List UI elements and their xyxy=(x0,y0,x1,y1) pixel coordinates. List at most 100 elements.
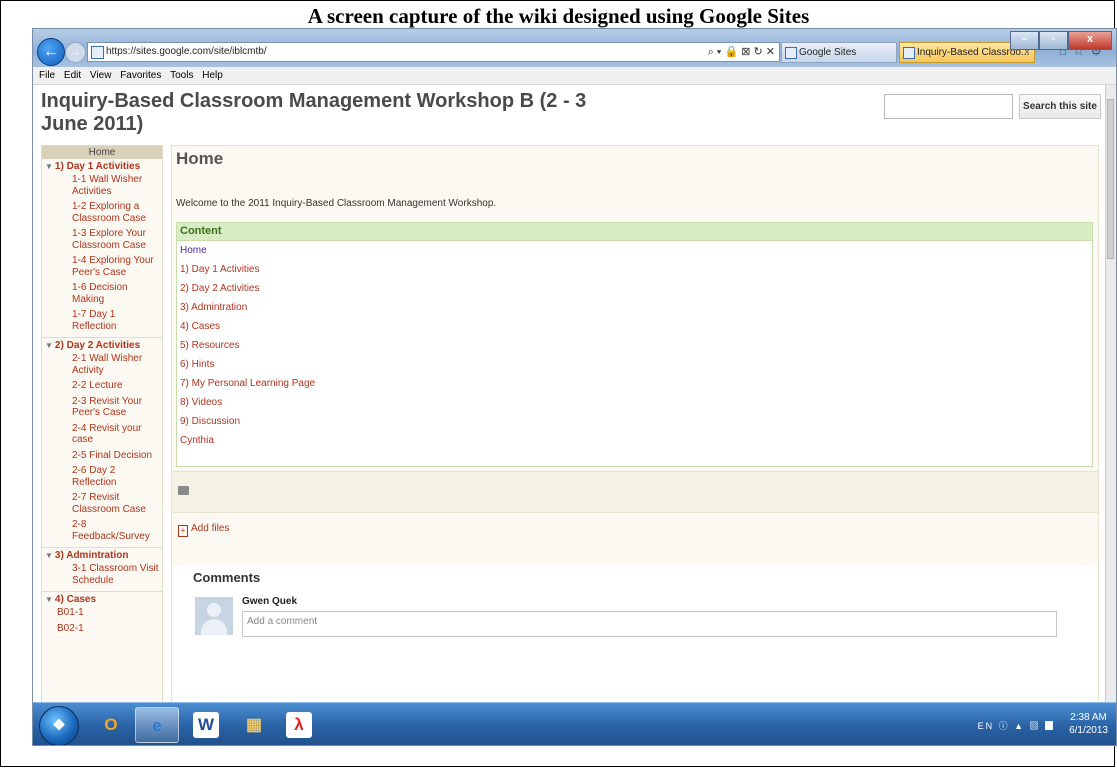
menu-edit[interactable]: Edit xyxy=(64,70,81,81)
menu-file[interactable]: File xyxy=(39,70,55,81)
sidebar-item[interactable]: B02-1 xyxy=(42,622,162,638)
system-clock[interactable]: 2:38 AM 6/1/2013 xyxy=(1069,711,1108,737)
add-files-label: Add files xyxy=(191,523,230,534)
toc-link[interactable]: 2) Day 2 Activities xyxy=(177,279,1092,298)
sidebar-item[interactable]: B01-1 xyxy=(42,606,162,622)
system-tray[interactable]: EN ⓘ ▲ ▧ ▉ xyxy=(978,719,1056,732)
comment-input[interactable]: Add a comment xyxy=(242,611,1057,637)
word-icon[interactable]: W xyxy=(193,712,219,738)
acrobat-icon[interactable]: λ xyxy=(286,712,312,738)
start-button[interactable]: ❖ xyxy=(39,706,79,745)
address-controls[interactable]: ⌕ ▾ 🔒 ⊠ ↻ ✕ xyxy=(708,45,775,59)
menu-help[interactable]: Help xyxy=(202,70,223,81)
sidebar-item[interactable]: 2-6 Day 2 Reflection xyxy=(42,464,162,491)
sidebar-item[interactable]: 1-1 Wall Wisher Activities xyxy=(42,173,162,200)
folder-icon[interactable] xyxy=(178,486,189,495)
add-files-link[interactable]: + Add files xyxy=(178,523,229,537)
comments-heading: Comments xyxy=(193,570,261,585)
toc-link[interactable]: Cynthia xyxy=(177,431,1092,450)
maximize-button[interactable]: ▫ xyxy=(1039,31,1068,50)
sidebar-item-home[interactable]: Home xyxy=(42,146,162,159)
sidebar-item[interactable]: 2-2 Lecture xyxy=(42,379,162,395)
search-button[interactable]: Search this site xyxy=(1019,94,1101,119)
avatar xyxy=(195,597,233,635)
sidebar-group-admintration[interactable]: ▼ 3) Admintration xyxy=(42,550,162,562)
sidebar-group-cases[interactable]: ▼ 4) Cases xyxy=(42,594,162,606)
toc-link[interactable]: 9) Discussion xyxy=(177,412,1092,431)
windows-taskbar: ❖ O e W ▦ λ EN ⓘ ▲ ▧ ▉ 2:38 AM 6/1/2013 xyxy=(33,702,1116,745)
sidebar-item[interactable]: 1-7 Day 1 Reflection xyxy=(42,308,162,335)
sidebar-item[interactable]: 2-5 Final Decision xyxy=(42,449,162,465)
toc-link[interactable]: 8) Videos xyxy=(177,393,1092,412)
search-input[interactable] xyxy=(884,94,1013,119)
toc-link[interactable]: Home xyxy=(177,241,1092,260)
screenshot: ← → https://sites.google.com/site/iblcmt… xyxy=(32,28,1117,746)
sidebar-item[interactable]: 1-2 Exploring a Classroom Case xyxy=(42,200,162,227)
outlook-icon[interactable]: O xyxy=(89,707,133,743)
clock-time: 2:38 AM xyxy=(1070,712,1107,723)
sidebar-group-label: 3) Admintration xyxy=(54,550,129,561)
tab-favicon-icon xyxy=(903,47,915,59)
web-page: Inquiry-Based Classroom Management Works… xyxy=(33,85,1108,702)
sidebar-item[interactable]: 1-4 Exploring Your Peer's Case xyxy=(42,254,162,281)
sidebar-item[interactable]: 1-6 Decision Making xyxy=(42,281,162,308)
back-button[interactable]: ← xyxy=(37,38,65,66)
toc-link[interactable]: 3) Admintration xyxy=(177,298,1092,317)
clock-date: 6/1/2013 xyxy=(1069,725,1108,736)
sidebar-group-label: 4) Cases xyxy=(54,594,97,605)
comments-section: Comments Gwen Quek Add a comment xyxy=(172,566,1098,702)
toc-link[interactable]: 7) My Personal Learning Page xyxy=(177,374,1092,393)
site-title[interactable]: Inquiry-Based Classroom Management Works… xyxy=(41,90,601,136)
commenter-name: Gwen Quek xyxy=(242,596,298,607)
menu-tools[interactable]: Tools xyxy=(170,70,193,81)
sidebar-item[interactable]: 3-1 Classroom Visit Schedule xyxy=(42,562,162,589)
table-of-contents: Content Home 1) Day 1 Activities 2) Day … xyxy=(176,222,1093,467)
tab-favicon-icon xyxy=(785,47,797,59)
language-indicator[interactable]: EN xyxy=(978,721,995,731)
tab-google-sites[interactable]: Google Sites xyxy=(781,42,897,63)
page-title: Home xyxy=(176,149,224,168)
sidebar-group-day1[interactable]: ▼ 1) Day 1 Activities xyxy=(42,161,162,173)
sidebar-group-label: 2) Day 2 Activities xyxy=(54,340,141,351)
scrollbar-thumb[interactable] xyxy=(1107,99,1114,259)
expand-triangle-icon[interactable]: ▼ xyxy=(45,595,53,604)
forward-button[interactable]: → xyxy=(65,42,86,63)
sidebar-group-label: 1) Day 1 Activities xyxy=(54,161,141,172)
internet-explorer-icon[interactable]: e xyxy=(135,707,179,743)
file-explorer-icon[interactable]: ▦ xyxy=(232,707,276,743)
main-content: Home Welcome to the 2011 Inquiry-Based C… xyxy=(171,145,1099,702)
menu-bar: File Edit View Favorites Tools Help xyxy=(33,67,1116,85)
menu-favorites[interactable]: Favorites xyxy=(120,70,161,81)
close-window-button[interactable]: x xyxy=(1068,31,1112,50)
page-scrollbar[interactable] xyxy=(1105,85,1116,702)
toc-link[interactable]: 5) Resources xyxy=(177,336,1092,355)
menu-view[interactable]: View xyxy=(90,70,112,81)
sidebar-divider xyxy=(42,547,162,548)
address-bar[interactable]: https://sites.google.com/site/iblcmtb/ ⌕… xyxy=(87,42,780,62)
address-url: https://sites.google.com/site/iblcmtb/ xyxy=(106,46,267,57)
sidebar-item[interactable]: 2-7 Revisit Classroom Case xyxy=(42,491,162,518)
sidebar-group-day2[interactable]: ▼ 2) Day 2 Activities xyxy=(42,340,162,352)
toc-link[interactable]: 1) Day 1 Activities xyxy=(177,260,1092,279)
figure-caption: A screen capture of the wiki designed us… xyxy=(307,4,810,28)
expand-triangle-icon[interactable]: ▼ xyxy=(45,551,53,560)
browser-title-bar: ← → https://sites.google.com/site/iblcmt… xyxy=(33,29,1116,67)
minimize-button[interactable]: – xyxy=(1010,31,1039,50)
window-buttons: – ▫ x xyxy=(1010,31,1112,50)
tab-label: Google Sites xyxy=(799,47,857,58)
sidebar-item[interactable]: 2-8 Feedback/Survey xyxy=(42,518,162,545)
sidebar-item[interactable]: 2-4 Revisit your case xyxy=(42,422,162,449)
sidebar-navigation: Home ▼ 1) Day 1 Activities 1-1 Wall Wishe… xyxy=(41,145,163,702)
sidebar-divider xyxy=(42,591,162,592)
site-favicon-icon xyxy=(91,46,104,59)
expand-triangle-icon[interactable]: ▼ xyxy=(45,162,53,171)
expand-triangle-icon[interactable]: ▼ xyxy=(45,341,53,350)
welcome-text: Welcome to the 2011 Inquiry-Based Classr… xyxy=(176,198,497,209)
toc-link[interactable]: 4) Cases xyxy=(177,317,1092,336)
sidebar-item[interactable]: 1-3 Explore Your Classroom Case xyxy=(42,227,162,254)
sidebar-item[interactable]: 2-3 Revisit Your Peer's Case xyxy=(42,395,162,422)
add-file-icon: + xyxy=(178,525,188,537)
toc-heading: Content xyxy=(177,223,1092,241)
toc-link[interactable]: 6) Hints xyxy=(177,355,1092,374)
sidebar-item[interactable]: 2-1 Wall Wisher Activity xyxy=(42,352,162,379)
